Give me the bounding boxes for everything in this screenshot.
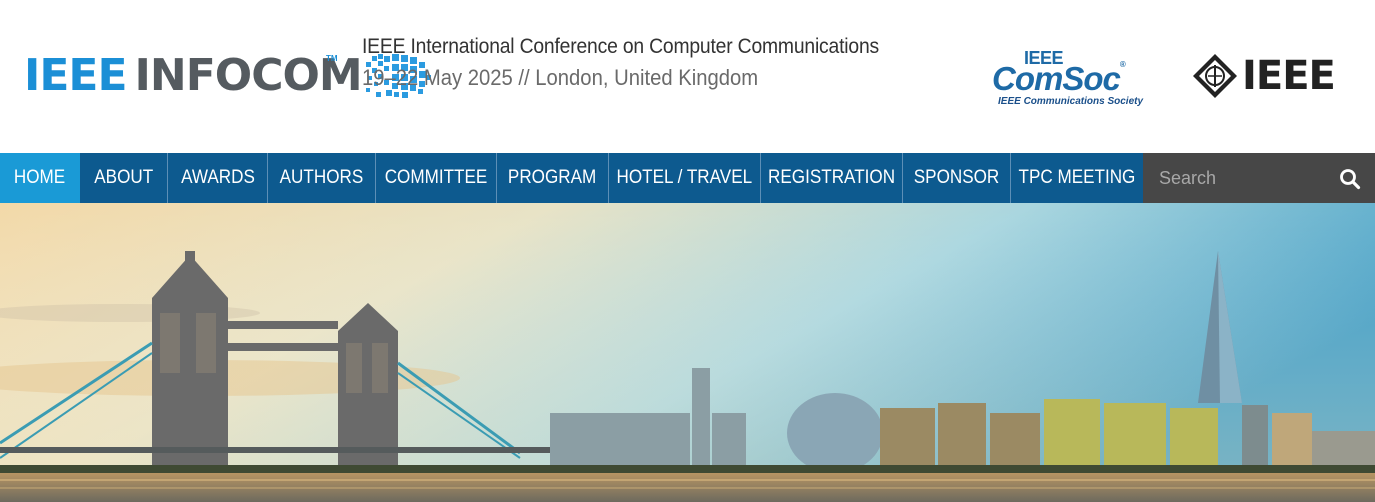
comsoc-registered-mark: ® bbox=[1119, 60, 1126, 69]
nav-item-label: ABOUT bbox=[94, 167, 153, 188]
hero-banner-london-skyline bbox=[0, 203, 1375, 502]
nav-item-about[interactable]: ABOUT bbox=[80, 153, 168, 203]
nav-item-committee[interactable]: COMMITTEE bbox=[376, 153, 497, 203]
ieee-diamond-icon bbox=[1193, 54, 1237, 98]
search-input[interactable] bbox=[1143, 153, 1333, 203]
nav-item-label: REGISTRATION bbox=[768, 167, 896, 188]
nav-item-tpc-meeting[interactable]: TPC MEETING bbox=[1011, 153, 1143, 203]
ieee-logo-text: IEEE bbox=[1242, 53, 1336, 99]
nav-item-label: PROGRAM bbox=[508, 167, 597, 188]
nav-item-label: AWARDS bbox=[180, 167, 255, 188]
nav-item-label: TPC MEETING bbox=[1018, 167, 1136, 188]
main-nav: HOME ABOUT AWARDS AUTHORS COMMITTEE PROG… bbox=[0, 153, 1375, 203]
nav-item-label: COMMITTEE bbox=[384, 167, 488, 188]
nav-item-label: SPONSOR bbox=[913, 167, 1000, 188]
nav-item-hotel-travel[interactable]: HOTEL / TRAVEL bbox=[609, 153, 761, 203]
nav-item-awards[interactable]: AWARDS bbox=[168, 153, 268, 203]
ieee-logo[interactable]: IEEE bbox=[1192, 53, 1336, 99]
comsoc-name-word: ComSoc bbox=[992, 60, 1121, 97]
conference-dates: 19–22 May 2025 // London, United Kingdom bbox=[362, 65, 759, 90]
comsoc-name-text: ComSoc® bbox=[992, 60, 1126, 98]
trademark-mark: TM bbox=[326, 54, 338, 63]
comsoc-subtitle: IEEE Communications Society bbox=[998, 96, 1144, 107]
nav-item-sponsor[interactable]: SPONSOR bbox=[903, 153, 1011, 203]
comsoc-logo[interactable]: IEEE ComSoc® IEEE Communications Society bbox=[992, 48, 1152, 112]
nav-item-program[interactable]: PROGRAM bbox=[497, 153, 609, 203]
conference-title: IEEE International Conference on Compute… bbox=[362, 35, 879, 58]
search-box bbox=[1143, 153, 1375, 203]
site-header: IEEE INFOCOM TM IEEE International Confe… bbox=[0, 0, 1375, 153]
nav-item-authors[interactable]: AUTHORS bbox=[268, 153, 376, 203]
search-icon[interactable] bbox=[1339, 168, 1361, 190]
logo-ieee-text: IEEE bbox=[24, 50, 128, 101]
hero-skyline-image bbox=[0, 203, 1375, 502]
nav-item-label: HOME bbox=[13, 167, 66, 188]
nav-item-home[interactable]: HOME bbox=[0, 153, 80, 203]
nav-item-label: HOTEL / TRAVEL bbox=[616, 167, 753, 188]
nav-item-registration[interactable]: REGISTRATION bbox=[761, 153, 903, 203]
nav-item-label: AUTHORS bbox=[279, 167, 364, 188]
